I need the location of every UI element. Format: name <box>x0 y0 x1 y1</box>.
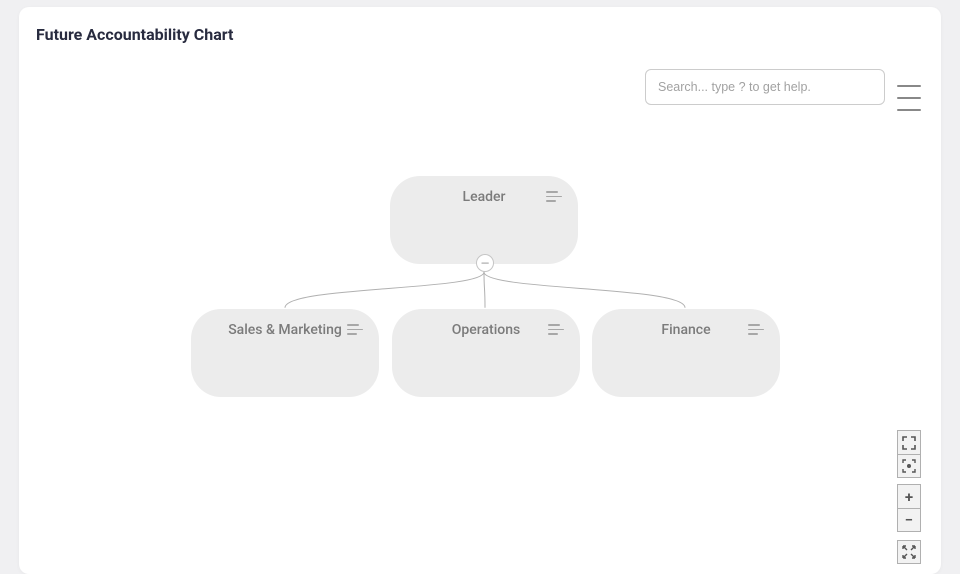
node-menu-icon[interactable] <box>548 324 564 336</box>
fit-screen-icon <box>902 436 916 450</box>
zoom-out-button[interactable]: − <box>897 508 921 532</box>
center-button[interactable] <box>897 454 921 478</box>
node-menu-icon[interactable] <box>748 324 764 336</box>
org-node-operations[interactable]: Operations <box>392 309 580 397</box>
plus-icon: + <box>905 488 913 506</box>
node-menu-icon[interactable] <box>546 191 562 203</box>
page-title: Future Accountability Chart <box>36 25 233 44</box>
collapse-symbol: — <box>481 258 490 269</box>
zoom-in-button[interactable]: + <box>897 484 921 508</box>
center-icon <box>902 459 916 473</box>
org-node-leader[interactable]: Leader <box>390 176 578 264</box>
fullscreen-icon <box>902 545 916 559</box>
org-node-sales-marketing[interactable]: Sales & Marketing <box>191 309 379 397</box>
org-chart-canvas[interactable]: Leader — Sales & Marketing Operations Fi… <box>19 117 941 574</box>
node-menu-icon[interactable] <box>347 324 363 336</box>
menu-icon[interactable] <box>897 85 921 109</box>
minus-icon: − <box>905 511 913 529</box>
search-input[interactable] <box>645 69 885 105</box>
collapse-handle[interactable]: — <box>476 254 494 272</box>
fit-screen-button[interactable] <box>897 430 921 454</box>
org-node-finance[interactable]: Finance <box>592 309 780 397</box>
chart-card: Future Accountability Chart Leader — Sal… <box>19 7 941 574</box>
fullscreen-button[interactable] <box>897 540 921 564</box>
zoom-controls: + − <box>897 430 923 564</box>
